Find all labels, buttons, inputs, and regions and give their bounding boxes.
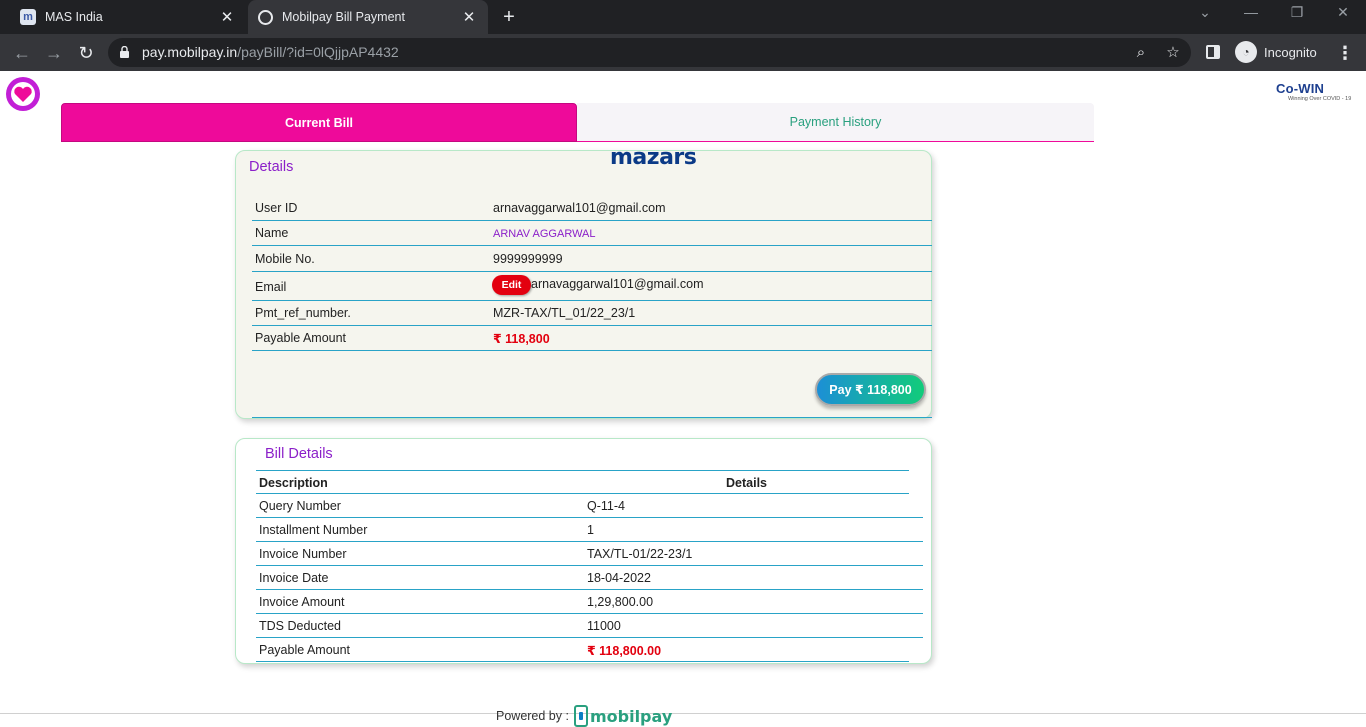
mazars-logo: mazars (610, 145, 697, 170)
details-title: Details (249, 159, 294, 175)
globe-icon (258, 9, 273, 25)
tab-title: Mobilpay Bill Payment (282, 10, 405, 24)
bill-details-card: Bill Details Description Details Query N… (235, 438, 932, 664)
detail-value: 9999999999 (493, 252, 563, 266)
header-description: Description (259, 476, 328, 490)
detail-value: ARNAV AGGARWAL (493, 228, 596, 240)
mobilpay-brand: mobilpay (589, 706, 673, 726)
incognito-indicator[interactable]: ◔ Incognito (1235, 39, 1317, 65)
browser-menu-icon[interactable]: ⋮ (1336, 41, 1354, 65)
detail-label: Name (255, 226, 289, 240)
bill-value: 11000 (587, 619, 621, 633)
zoom-icon[interactable]: ⌕ (1132, 44, 1150, 62)
reload-button[interactable]: ↻ (74, 41, 98, 65)
detail-value: arnavaggarwal101@gmail.com (531, 277, 704, 291)
tab-search-icon[interactable]: ⌄ (1191, 4, 1219, 26)
pay-button[interactable]: Pay ₹ 118,800 (815, 373, 926, 406)
detail-label: Pmt_ref_number. (255, 306, 351, 320)
table-row: TDS Deducted 11000 (256, 614, 923, 638)
mas-india-favicon-icon: m (20, 9, 36, 25)
detail-label: User ID (255, 201, 298, 215)
browser-tab-mas-india[interactable]: m MAS India ✕ (10, 0, 246, 34)
url-text: pay.mobilpay.in/payBill/?id=0lQjjpAP4432 (142, 44, 399, 60)
incognito-icon: ◔ (1235, 41, 1257, 63)
back-button[interactable]: ← (10, 41, 34, 65)
bill-value: TAX/TL-01/22-23/1 (587, 547, 693, 561)
cowin-logo: Co-WIN Winning Over COVID - 19 (1276, 81, 1351, 102)
cowin-logo-text: Co-WIN (1276, 81, 1325, 96)
new-tab-button[interactable]: + (498, 6, 520, 28)
incognito-label: Incognito (1264, 44, 1317, 60)
powered-by-label: Powered by : (496, 709, 569, 723)
footer-divider (0, 713, 1366, 714)
minimize-button[interactable]: — (1237, 4, 1265, 26)
bill-label: TDS Deducted (259, 619, 341, 633)
bill-label: Installment Number (259, 523, 368, 537)
detail-row-user-id: User ID arnavaggarwal101@gmail.com (252, 196, 932, 221)
detail-row-name: Name ARNAV AGGARWAL (252, 221, 932, 246)
detail-row-mobile: Mobile No. 9999999999 (252, 247, 932, 272)
restore-button[interactable]: ❐ (1283, 4, 1311, 26)
bill-value: Q-11-4 (587, 499, 625, 513)
powered-by: Powered by : mobilpay (496, 705, 672, 727)
bill-value: 1 (587, 523, 594, 537)
bill-label: Query Number (259, 499, 341, 513)
bill-label: Invoice Date (259, 571, 329, 585)
table-row: Invoice Date 18-04-2022 (256, 566, 923, 590)
payable-amount-value: ₹ 118,800 (493, 332, 550, 346)
side-panel-icon[interactable] (1206, 45, 1220, 59)
bill-label: Invoice Number (259, 547, 347, 561)
edit-email-button[interactable]: Edit (492, 275, 531, 295)
mobilpay-logo: mobilpay (573, 705, 673, 727)
table-row: Installment Number 1 (256, 518, 923, 542)
lock-icon (120, 46, 129, 58)
bill-details-title: Bill Details (265, 446, 333, 462)
table-row: Invoice Number TAX/TL-01/22-23/1 (256, 542, 923, 566)
bookmark-star-icon[interactable]: ☆ (1164, 44, 1182, 62)
detail-label: Payable Amount (255, 331, 347, 345)
details-card: Details mazars User ID arnavaggarwal101@… (235, 145, 932, 419)
tab-current-bill[interactable]: Current Bill (61, 103, 577, 142)
browser-toolbar: ← → ↻ pay.mobilpay.in/payBill/?id=0lQjjp… (0, 34, 1366, 71)
cowin-tagline: Winning Over COVID - 19 (1288, 96, 1352, 102)
forward-button[interactable]: → (42, 41, 66, 65)
table-row: Query Number Q-11-4 (256, 494, 923, 518)
bill-label: Payable Amount (259, 643, 351, 657)
detail-row-pmt-ref: Pmt_ref_number. MZR-TAX/TL_01/22_23/1 (252, 301, 932, 326)
close-icon[interactable]: ✕ (218, 8, 236, 26)
close-icon[interactable]: ✕ (460, 8, 478, 26)
bill-tabs: Current Bill Payment History (61, 103, 1094, 142)
page-content: Co-WIN Winning Over COVID - 19 Current B… (0, 71, 1366, 727)
tab-title: MAS India (45, 10, 103, 24)
detail-value: MZR-TAX/TL_01/22_23/1 (493, 306, 636, 320)
detail-row-email: Email Edit arnavaggarwal101@gmail.com (252, 272, 932, 301)
heart-logo-icon (6, 77, 40, 111)
detail-label: Mobile No. (255, 252, 315, 266)
close-window-button[interactable]: ✕ (1329, 4, 1357, 26)
table-row: Payable Amount ₹ 118,800.00 (256, 638, 909, 662)
bill-value: 1,29,800.00 (587, 595, 654, 609)
bill-table-header: Description Details (256, 470, 909, 494)
detail-value: arnavaggarwal101@gmail.com (493, 201, 666, 215)
bill-value: 18-04-2022 (587, 571, 651, 585)
phone-icon (573, 705, 588, 727)
detail-row-payable-amount: Payable Amount ₹ 118,800 (252, 326, 932, 351)
browser-tab-mobilpay[interactable]: Mobilpay Bill Payment ✕ (248, 0, 488, 34)
browser-tabstrip: m MAS India ✕ Mobilpay Bill Payment ✕ + … (0, 0, 1366, 34)
divider (252, 417, 932, 418)
address-bar[interactable]: pay.mobilpay.in/payBill/?id=0lQjjpAP4432… (108, 38, 1191, 67)
table-row: Invoice Amount 1,29,800.00 (256, 590, 923, 614)
bill-label: Invoice Amount (259, 595, 345, 609)
header-details: Details (726, 476, 767, 490)
detail-label: Email (255, 280, 287, 294)
tab-payment-history[interactable]: Payment History (577, 103, 1094, 142)
payable-amount-value: ₹ 118,800.00 (587, 644, 662, 658)
